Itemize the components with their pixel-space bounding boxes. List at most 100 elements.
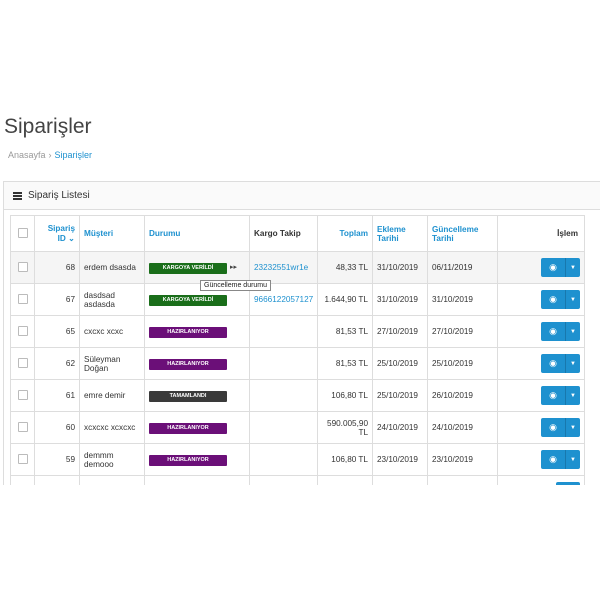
row-checkbox[interactable] [17,421,28,432]
caret-down-icon: ▼ [570,264,576,271]
status-cell [144,475,250,485]
order-id [34,475,80,485]
action-dropdown-button[interactable]: ▼ [565,354,580,373]
updated-date: 25/10/2019 [427,347,498,380]
breadcrumb: Anasayfa › Siparişler [8,150,92,160]
status-cell: HAZIRLANIYOR [144,411,250,444]
view-order-button[interactable]: ◉ [541,354,565,373]
tracking-link[interactable]: 9666122057127 [254,295,313,304]
sort-desc-icon: ⌄ [68,234,75,243]
action-dropdown-button[interactable]: ▼ [565,290,580,309]
row-select-cell [10,411,35,444]
row-checkbox[interactable] [17,357,28,368]
action-button-group: ◉ ▼ [541,450,580,469]
breadcrumb-separator: › [48,150,52,160]
action-cell: ◉ ▼ [497,443,585,476]
action-cell: ◉ ▼ [497,315,585,348]
sort-id-link[interactable]: Sipariş ID ⌄ [48,224,75,243]
breadcrumb-home[interactable]: Anasayfa [8,150,46,160]
row-checkbox[interactable] [17,453,28,464]
updated-date: 24/10/2019 [427,411,498,444]
row-select-cell [10,379,35,412]
action-button-group: ◉ ▼ [541,418,580,437]
order-id: 68 [34,251,80,284]
row-checkbox[interactable] [17,325,28,336]
added-date: 31/10/2019 [372,251,428,284]
sort-status-link[interactable]: Durumu [149,229,180,238]
view-order-button[interactable]: ◉ [541,322,565,341]
status-badge: TAMAMLANDI [149,390,227,402]
status-badge: KARGOYA VERİLDİ [149,294,227,306]
status-cell: TAMAMLANDI [144,379,250,412]
panel-body: Sipariş ID ⌄ Müşteri Durumu Kargo Takip … [10,215,600,485]
order-total: 106,80 TL [317,379,373,412]
row-checkbox[interactable] [17,261,28,272]
updated-date: 26/10/2019 [427,379,498,412]
status-tooltip: Güncelleme durumu [200,280,272,291]
eye-icon: ◉ [549,326,557,336]
action-dropdown-button[interactable]: ▼ [565,450,580,469]
sort-total-link[interactable]: Toplam [339,229,368,238]
view-order-button[interactable]: ◉ [541,418,565,437]
status-cell: KARGOYA VERİLDİ ▸▸ [144,251,250,284]
caret-down-icon: ▼ [570,328,576,335]
customer-name: dasdsad asdasda [79,283,145,316]
sort-updated-link[interactable]: Güncelleme Tarihi [432,225,478,243]
customer-name: xcxcxc xcxcxc [79,411,145,444]
order-total: 81,53 TL [317,347,373,380]
eye-icon: ◉ [549,454,557,464]
caret-down-icon: ▼ [570,296,576,303]
updated-date: 06/11/2019 [427,251,498,284]
added-date: 25/10/2019 [372,379,428,412]
customer-name: demmm demooo [79,443,145,476]
tracking-link[interactable]: 23232551wr1e [254,263,308,272]
row-select-cell [10,251,35,284]
panel-title: Sipariş Listesi [28,190,90,201]
sort-added-link[interactable]: Ekleme Tarihi [377,225,406,243]
view-order-button[interactable]: ◉ [541,290,565,309]
breadcrumb-current[interactable]: Siparişler [55,150,93,160]
updated-date: 27/10/2019 [427,315,498,348]
customer-name: erdem dsasda [79,251,145,284]
row-select-cell [10,347,35,380]
action-button-group: ◉ ▼ [541,386,580,405]
eye-icon: ◉ [549,422,557,432]
sort-customer-link[interactable]: Müşteri [84,229,113,238]
added-date: 31/10/2019 [372,283,428,316]
panel-heading: Sipariş Listesi [4,182,600,210]
select-all-checkbox[interactable] [17,227,28,238]
table-row: ◉ [10,475,585,485]
customer-name: Süleyman Doğan [79,347,145,380]
caret-down-icon: ▼ [570,424,576,431]
row-checkbox[interactable] [17,293,28,304]
updated-date: 31/10/2019 [427,283,498,316]
order-id: 60 [34,411,80,444]
col-status: Durumu [144,215,250,252]
table-row: 62 Süleyman Doğan HAZIRLANIYOR 81,53 TL … [10,347,585,380]
row-select-cell [10,315,35,348]
view-order-button[interactable]: ◉ [541,258,565,277]
table-row: 60 xcxcxc xcxcxc HAZIRLANIYOR 590.005,90… [10,411,585,444]
action-dropdown-button[interactable]: ▼ [565,322,580,341]
status-cell: HAZIRLANIYOR [144,347,250,380]
orders-table: Sipariş ID ⌄ Müşteri Durumu Kargo Takip … [10,215,585,485]
view-order-button[interactable]: ◉ [541,386,565,405]
action-dropdown-button[interactable]: ▼ [565,418,580,437]
view-order-button[interactable]: ◉ [541,450,565,469]
order-total: 106,80 TL [317,443,373,476]
col-customer: Müşteri [79,215,145,252]
action-button-group: ◉ ▼ [541,322,580,341]
action-cell: ◉ ▼ [497,379,585,412]
action-cell: ◉ ▼ [497,347,585,380]
tracking-cell [249,443,318,476]
col-tracking: Kargo Takip [249,215,318,252]
row-select-cell [10,443,35,476]
action-dropdown-button[interactable]: ▼ [565,386,580,405]
col-added: Ekleme Tarihi [372,215,428,252]
row-checkbox[interactable] [17,389,28,400]
order-total: 590.005,90 TL [317,411,373,444]
update-status-icon[interactable]: ▸▸ [230,264,237,271]
tracking-cell [249,379,318,412]
view-order-button[interactable]: ◉ [556,482,580,485]
action-dropdown-button[interactable]: ▼ [565,258,580,277]
